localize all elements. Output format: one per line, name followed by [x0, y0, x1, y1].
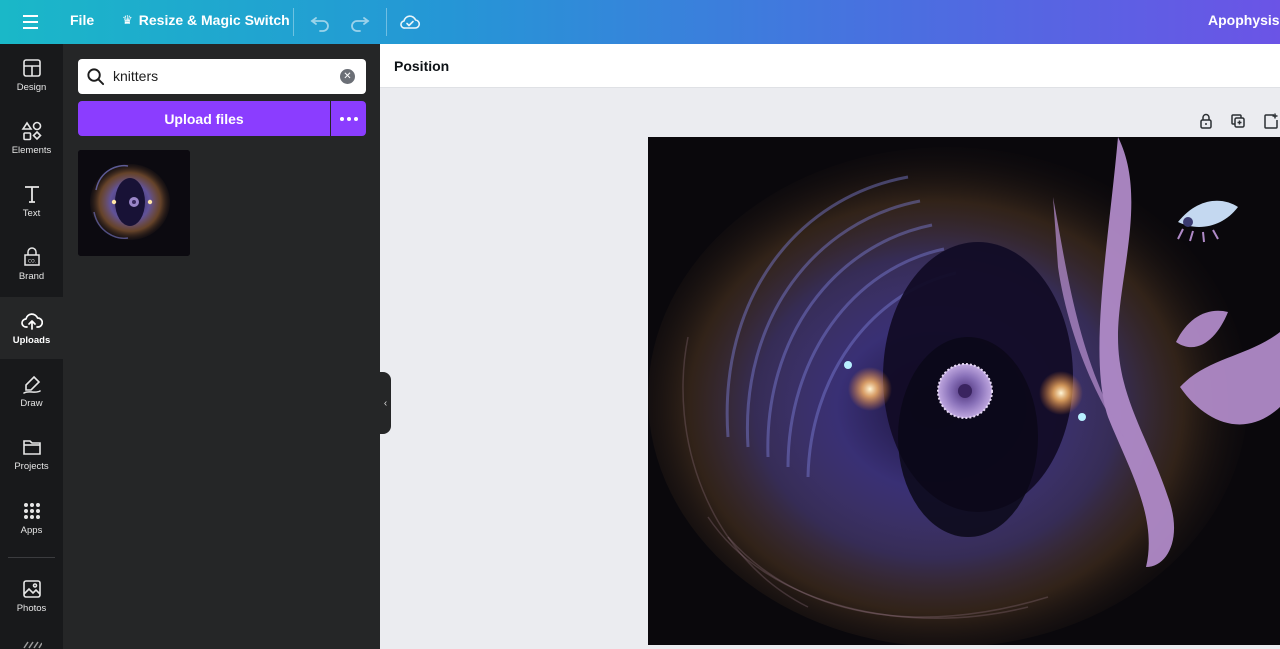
photos-icon	[22, 580, 41, 598]
rail-label: Text	[22, 208, 41, 219]
rail-label: Elements	[11, 145, 52, 156]
more-options-button[interactable]	[331, 101, 366, 136]
uploads-panel: knitters ✕ Upload files	[63, 44, 380, 649]
rail-label: Projects	[14, 461, 49, 472]
rail-item-uploads[interactable]: Uploads	[0, 297, 63, 359]
rail-label: Design	[16, 82, 47, 93]
rail-label: Apps	[20, 525, 43, 536]
text-icon	[24, 186, 39, 203]
elements-icon	[21, 121, 42, 141]
rail-item-apps[interactable]: Apps	[0, 487, 63, 549]
search-input[interactable]: knitters	[113, 68, 158, 84]
top-bar: File ♛ Resize & Magic Switch Apophysis-I	[0, 0, 1280, 44]
add-page-icon[interactable]	[1262, 112, 1280, 130]
toolbar-divider	[386, 8, 387, 36]
duplicate-icon[interactable]	[1229, 112, 1247, 130]
search-icon	[87, 68, 105, 86]
draw-icon	[22, 375, 41, 394]
projects-icon	[22, 440, 41, 455]
design-icon	[22, 59, 41, 77]
rail-item-draw[interactable]: Draw	[0, 360, 63, 422]
upload-files-button[interactable]: Upload files	[78, 101, 330, 136]
rail-item-text[interactable]: Text	[0, 170, 63, 232]
rail-label: Brand	[18, 271, 45, 282]
undo-icon[interactable]	[308, 10, 332, 34]
search-bar[interactable]: knitters ✕	[78, 59, 366, 94]
uploaded-image-thumbnail[interactable]	[78, 150, 190, 256]
rail-item-elements[interactable]: Elements	[0, 107, 63, 169]
cloud-saved-icon[interactable]	[398, 10, 422, 34]
apps-icon	[23, 503, 40, 519]
fractal-thumbnail-image	[78, 150, 190, 256]
redo-icon[interactable]	[348, 10, 372, 34]
rail-label: Photos	[16, 603, 47, 614]
collapse-panel-button[interactable]: ‹	[380, 372, 391, 434]
svg-text:CO.: CO.	[28, 259, 36, 265]
file-menu[interactable]: File	[70, 12, 94, 28]
uploads-icon	[20, 313, 43, 330]
clear-search-icon[interactable]: ✕	[340, 69, 355, 84]
resize-label: Resize & Magic Switch	[138, 12, 290, 28]
dot	[339, 116, 344, 121]
rail-item-photos[interactable]: Photos	[0, 565, 63, 627]
rail-label: Draw	[20, 398, 43, 409]
fractal-artwork-image	[648, 137, 1280, 645]
side-navigation: Design Elements Text CO. Brand Uploads D…	[0, 44, 63, 649]
design-page-artwork[interactable]	[648, 137, 1280, 645]
crown-icon: ♛	[122, 13, 133, 27]
position-button[interactable]: Position	[394, 58, 449, 74]
dot	[353, 116, 358, 121]
rail-label: Uploads	[12, 335, 51, 346]
more-tools-icon[interactable]	[22, 640, 42, 649]
document-title[interactable]: Apophysis-I	[1208, 12, 1280, 28]
brand-icon: CO.	[23, 247, 40, 266]
menu-icon[interactable]	[19, 11, 43, 33]
context-toolbar: Position	[380, 44, 1280, 88]
rail-item-brand[interactable]: CO. Brand	[0, 233, 63, 295]
rail-item-design[interactable]: Design	[0, 44, 63, 106]
rail-item-projects[interactable]: Projects	[0, 423, 63, 485]
lock-icon[interactable]	[1197, 112, 1215, 130]
toolbar-divider	[293, 8, 294, 36]
resize-magic-switch-button[interactable]: ♛ Resize & Magic Switch	[122, 12, 290, 28]
dot	[346, 116, 351, 121]
chevron-left-icon: ‹	[383, 397, 388, 409]
rail-divider	[8, 557, 55, 558]
